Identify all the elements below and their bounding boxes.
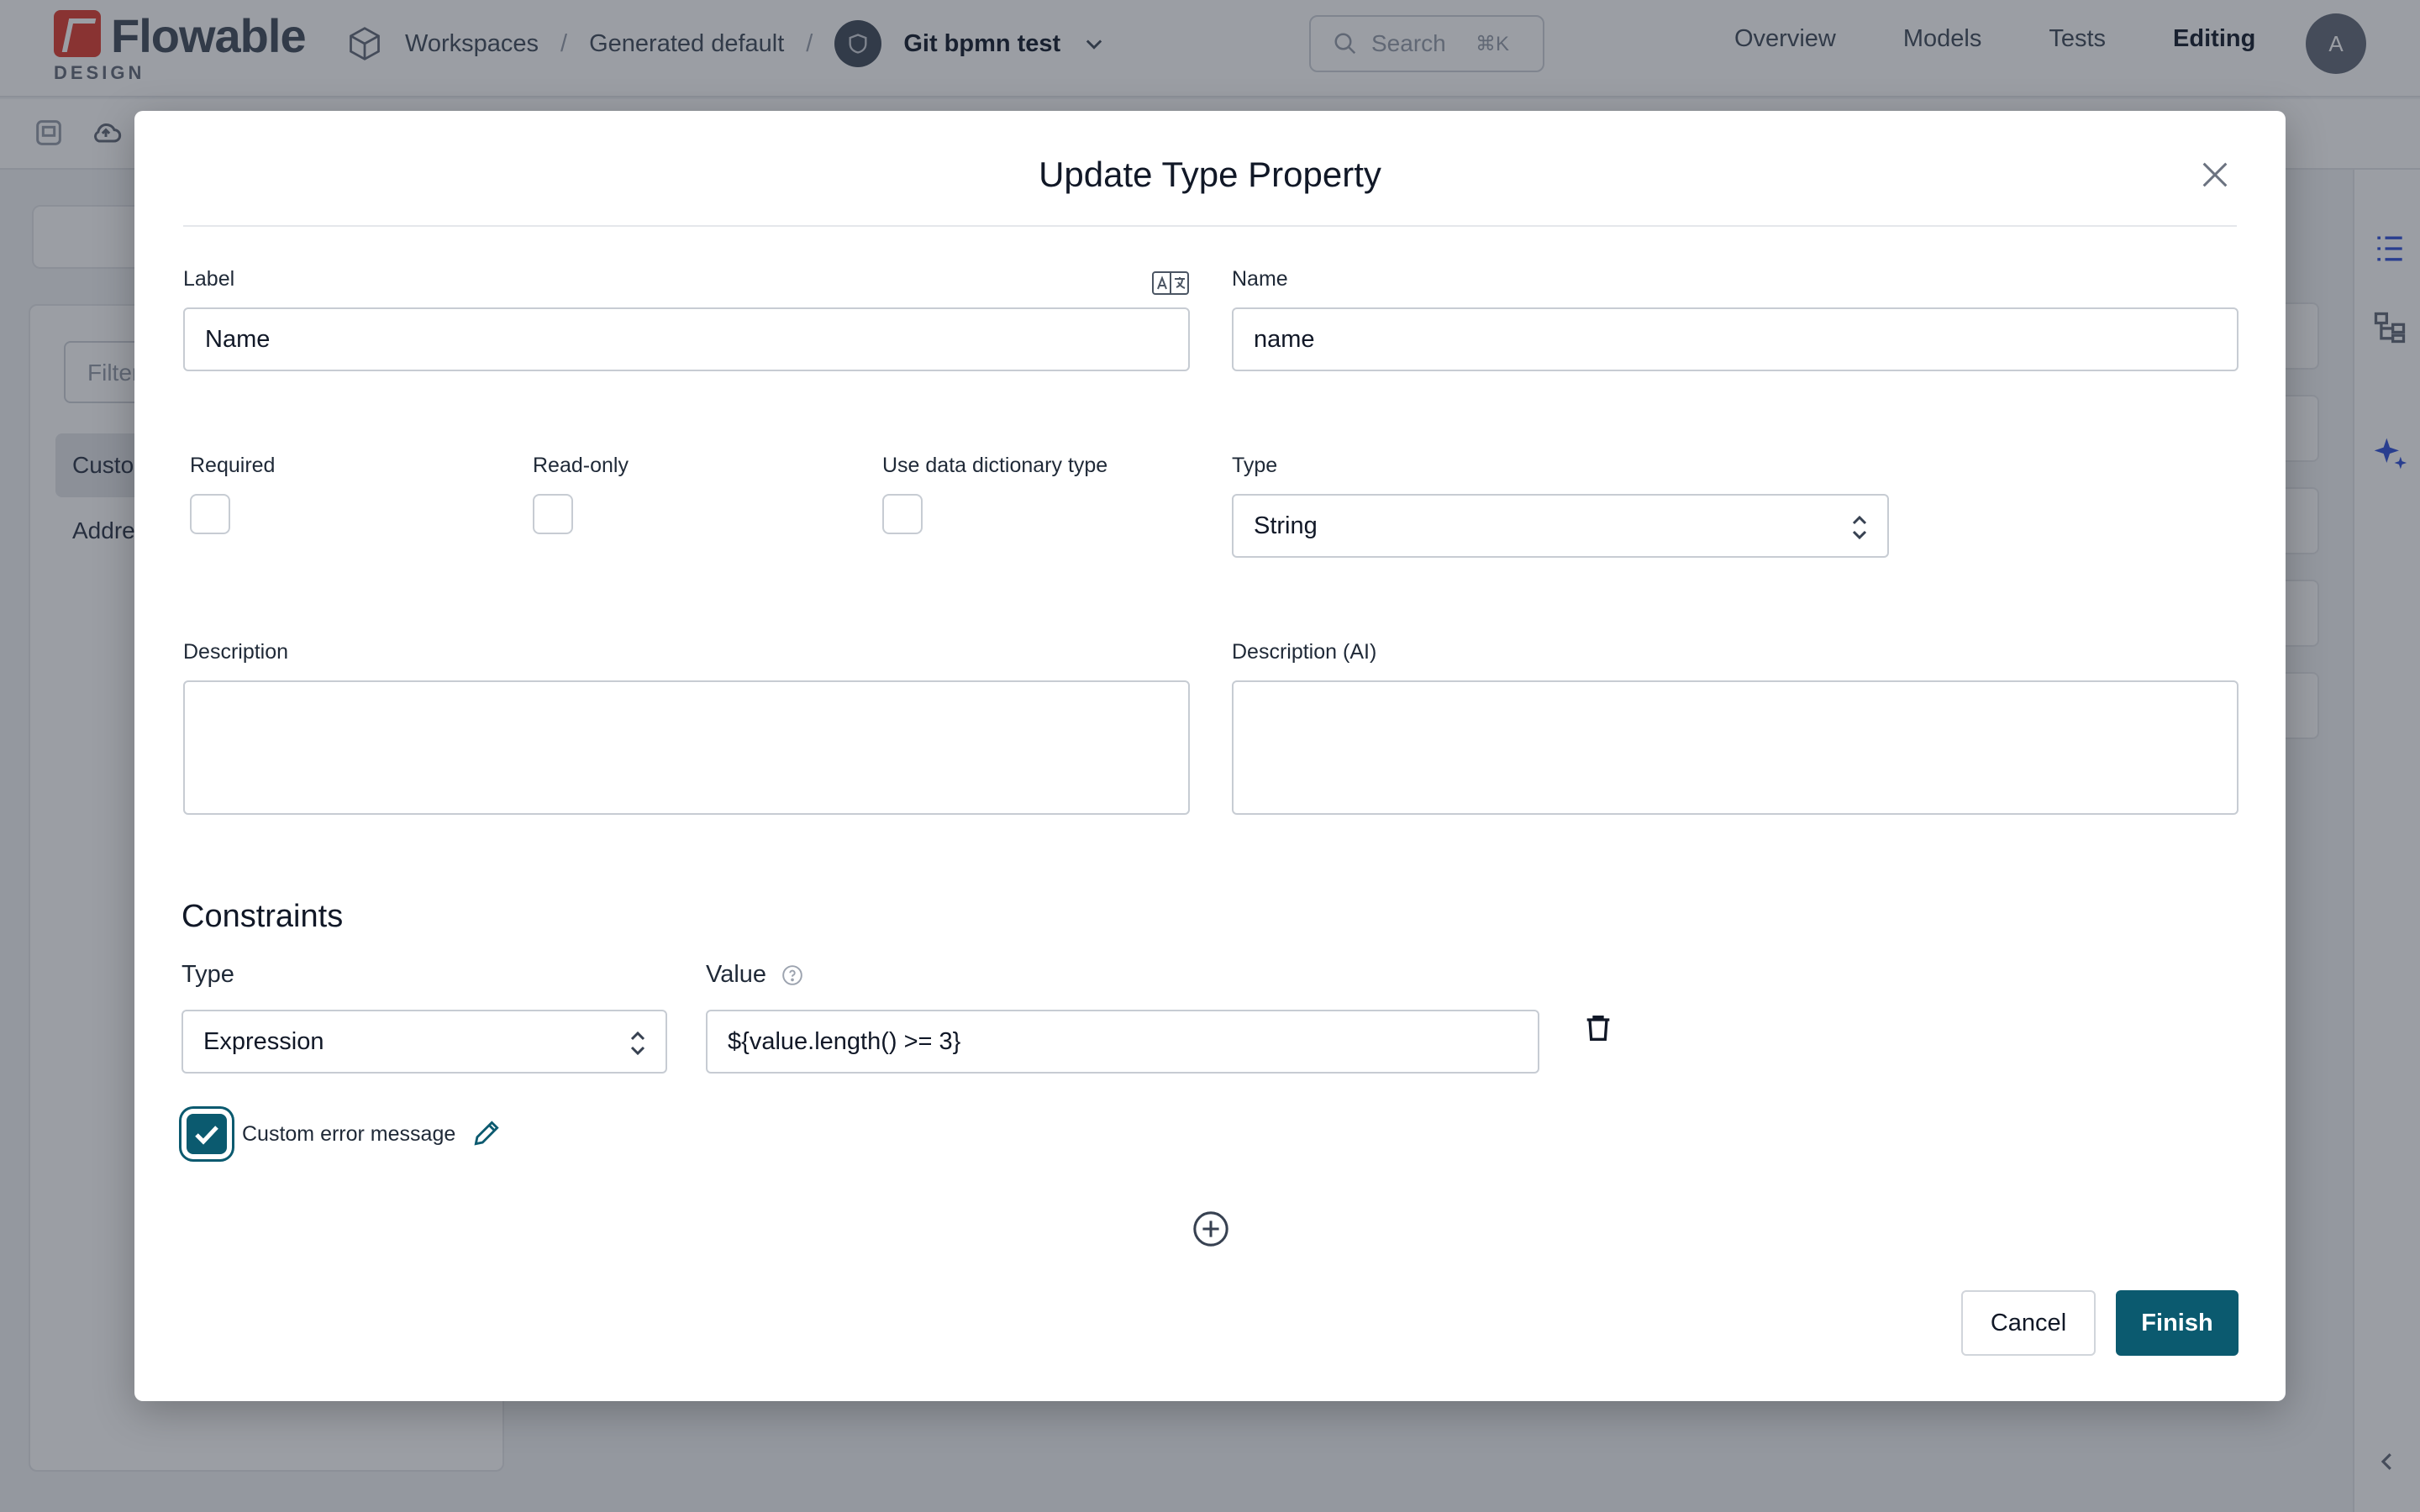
name-input[interactable]: name: [1232, 307, 2238, 371]
help-icon[interactable]: [781, 964, 803, 986]
finish-button[interactable]: Finish: [2116, 1290, 2238, 1356]
readonly-label: Read-only: [533, 454, 629, 477]
constraint-value-input[interactable]: ${value.length() >= 3}: [706, 1010, 1539, 1074]
constraint-type-select[interactable]: Expression: [182, 1010, 667, 1074]
constraint-type-value: Expression: [203, 1027, 324, 1055]
label-field-label: Label: [183, 267, 235, 291]
trash-icon[interactable]: [1581, 1011, 1615, 1045]
select-arrows-icon: [1852, 515, 1867, 540]
description-label: Description: [183, 640, 289, 664]
label-input[interactable]: Name: [183, 307, 1190, 371]
required-checkbox[interactable]: [190, 494, 230, 534]
constraints-title: Constraints: [182, 899, 344, 934]
description-ai-label: Description (AI): [1232, 640, 1377, 664]
check-icon: [195, 1126, 218, 1145]
custom-error-checkbox[interactable]: [187, 1114, 227, 1154]
constraint-value-label: Value: [706, 961, 803, 989]
constraint-value-label-text: Value: [706, 961, 767, 988]
name-field-label: Name: [1232, 267, 1288, 291]
type-select-value: String: [1254, 512, 1318, 539]
type-field-label: Type: [1232, 454, 1278, 477]
type-select[interactable]: String: [1232, 494, 1889, 558]
custom-error-label: Custom error message: [242, 1122, 456, 1146]
description-textarea[interactable]: [183, 680, 1190, 815]
pencil-icon[interactable]: [471, 1117, 502, 1149]
update-type-property-dialog: Update Type Property Label Name Name nam…: [134, 111, 2286, 1401]
close-icon[interactable]: [2198, 158, 2232, 192]
constraint-type-label: Type: [182, 961, 234, 988]
select-arrows-icon: [630, 1031, 645, 1056]
readonly-checkbox[interactable]: [533, 494, 573, 534]
dialog-title: Update Type Property: [1039, 155, 1381, 194]
translate-icon[interactable]: [1151, 270, 1190, 296]
cancel-button[interactable]: Cancel: [1961, 1290, 2096, 1356]
dictionary-type-label: Use data dictionary type: [882, 454, 1108, 477]
divider: [183, 225, 2237, 227]
add-constraint-icon[interactable]: [1192, 1210, 1230, 1248]
required-label: Required: [190, 454, 276, 477]
dictionary-type-checkbox[interactable]: [882, 494, 923, 534]
description-ai-textarea[interactable]: [1232, 680, 2238, 815]
